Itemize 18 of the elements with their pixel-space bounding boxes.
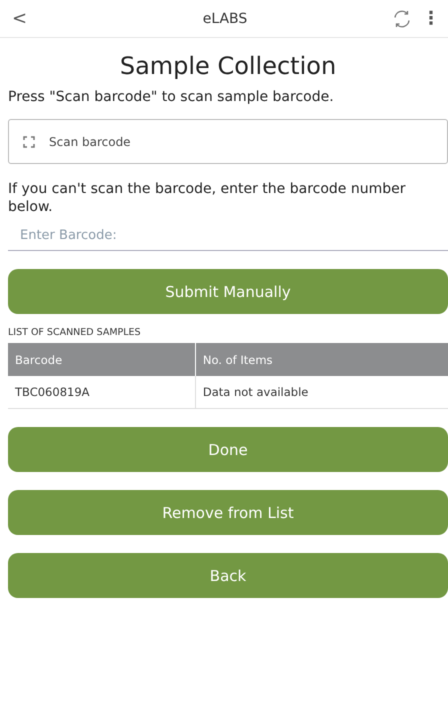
more-menu-button[interactable]: ⋮ bbox=[420, 8, 442, 29]
page-title: Sample Collection bbox=[118, 52, 338, 80]
manual-instruction: If you can't scan the barcode, enter the barcode number below. bbox=[8, 180, 407, 216]
refresh-icon[interactable] bbox=[392, 8, 412, 28]
list-label: LIST OF SCANNED SAMPLES bbox=[8, 327, 142, 338]
action-button[interactable]: Back bbox=[8, 553, 448, 598]
action-button[interactable]: Remove from List bbox=[8, 490, 448, 535]
table-cell: TBC060819A bbox=[8, 376, 196, 408]
scan-instruction: Press "Scan barcode" to scan sample barcode. bbox=[8, 88, 335, 106]
scan-frame-icon bbox=[23, 136, 35, 148]
scan-barcode-button[interactable]: Scan barcode bbox=[8, 119, 448, 164]
column-header: No. of Items bbox=[195, 343, 448, 376]
action-button[interactable]: Done bbox=[8, 427, 448, 472]
table-cell: Data not available bbox=[195, 376, 448, 408]
submit-manually-button[interactable]: Submit Manually bbox=[8, 269, 448, 314]
app-title: eLABS bbox=[202, 10, 248, 26]
column-header: Barcode bbox=[8, 343, 196, 376]
back-button[interactable]: < bbox=[8, 8, 32, 29]
